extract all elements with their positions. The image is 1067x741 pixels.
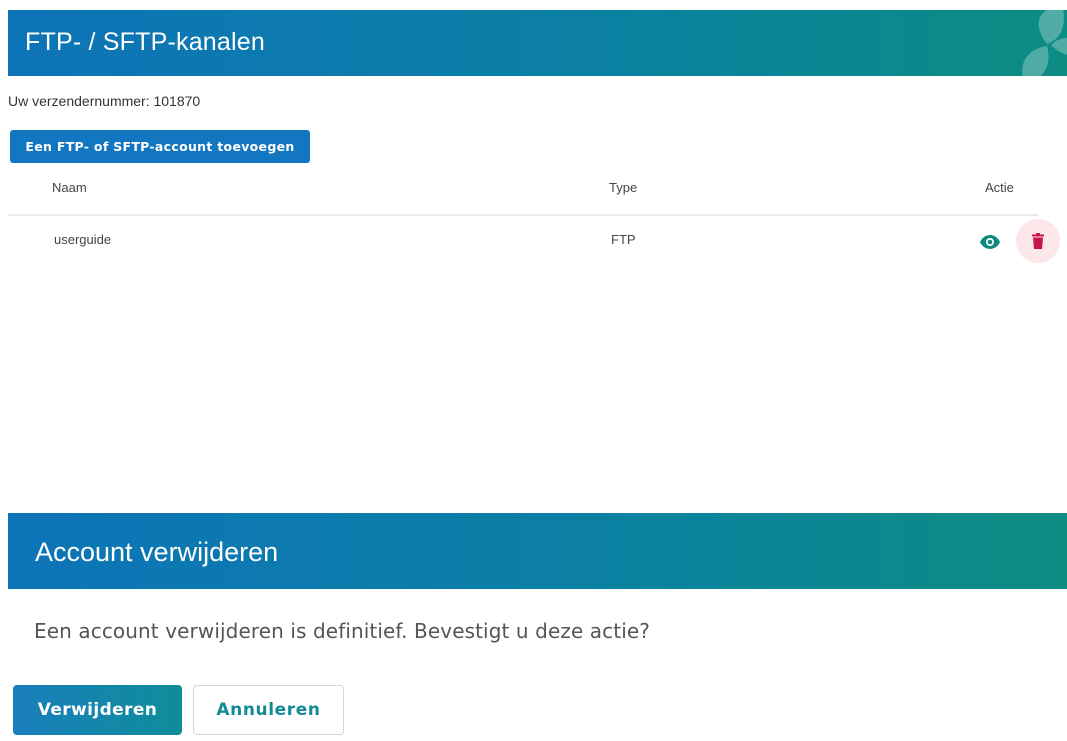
page-title: FTP- / SFTP-kanalen — [25, 28, 265, 56]
column-header-name[interactable]: Naam — [52, 180, 87, 195]
dialog-header: Account verwijderen — [8, 513, 1067, 589]
column-header-type[interactable]: Type — [609, 180, 637, 195]
channels-header: FTP- / SFTP-kanalen — [8, 10, 1067, 76]
leaf-decoration-icon — [1022, 10, 1067, 76]
eye-icon — [980, 235, 1000, 249]
dialog-title: Account verwijderen — [35, 537, 279, 567]
dialog-message: Een account verwijderen is definitief. B… — [34, 619, 650, 643]
row-name: userguide — [54, 232, 112, 247]
column-header-action: Actie — [985, 180, 1014, 195]
confirm-delete-button[interactable]: Verwijderen — [13, 685, 182, 735]
trash-icon — [1032, 233, 1044, 249]
page: FTP- / SFTP-kanalen Uw verzendernummer: … — [0, 0, 1067, 741]
view-button[interactable] — [979, 231, 1001, 253]
add-ftp-account-button[interactable]: Een FTP- of SFTP-account toevoegen — [10, 130, 310, 163]
sender-number: Uw verzendernummer: 101870 — [8, 93, 201, 109]
delete-button[interactable] — [1016, 219, 1060, 263]
cancel-button[interactable]: Annuleren — [193, 685, 344, 735]
table-row: userguide FTP — [8, 219, 1060, 264]
table-divider — [8, 214, 1038, 216]
row-type: FTP — [611, 232, 636, 247]
